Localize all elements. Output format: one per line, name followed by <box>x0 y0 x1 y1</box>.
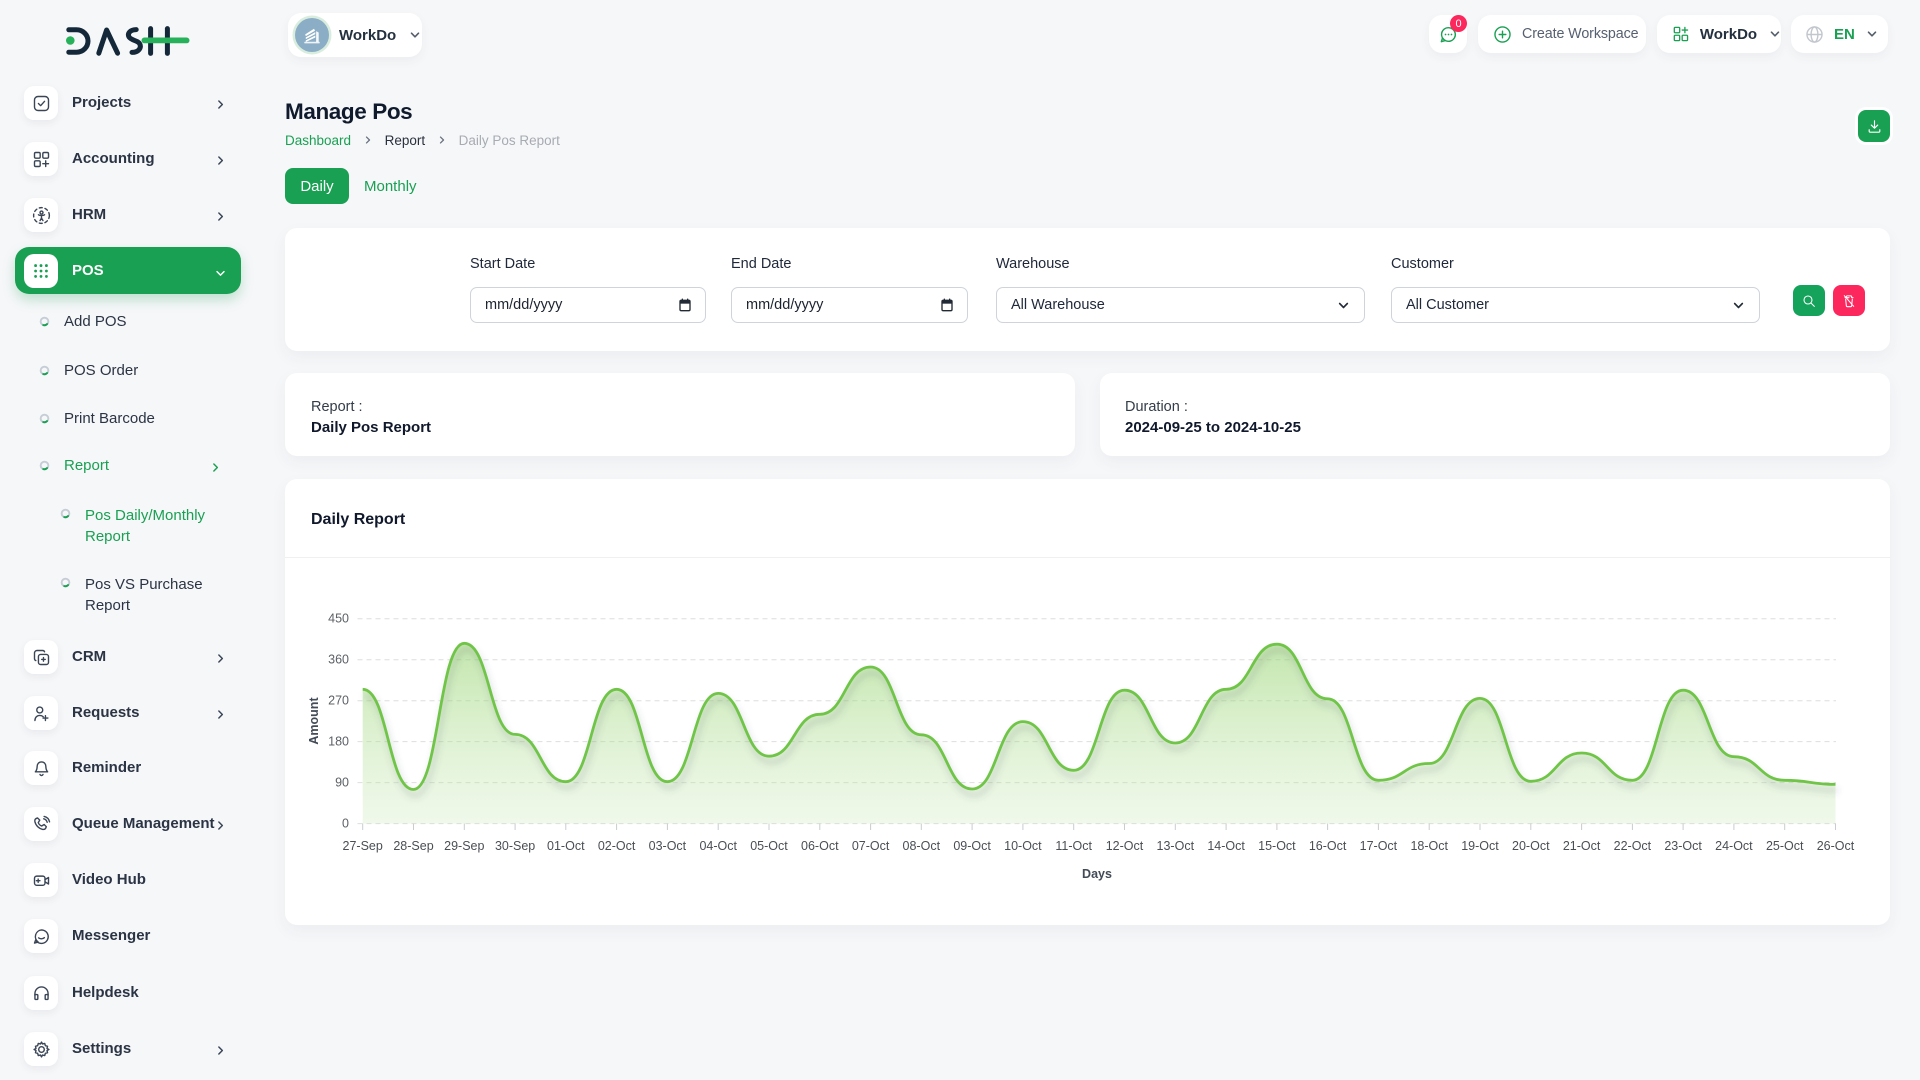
svg-text:06-Oct: 06-Oct <box>801 839 839 853</box>
svg-text:17-Oct: 17-Oct <box>1360 839 1398 853</box>
svg-text:18-Oct: 18-Oct <box>1410 839 1448 853</box>
svg-text:15-Oct: 15-Oct <box>1258 839 1296 853</box>
svg-text:180: 180 <box>328 735 349 749</box>
svg-text:04-Oct: 04-Oct <box>699 839 737 853</box>
svg-text:12-Oct: 12-Oct <box>1106 839 1144 853</box>
svg-text:25-Oct: 25-Oct <box>1766 839 1804 853</box>
svg-text:13-Oct: 13-Oct <box>1157 839 1195 853</box>
svg-text:20-Oct: 20-Oct <box>1512 839 1550 853</box>
svg-text:23-Oct: 23-Oct <box>1664 839 1702 853</box>
svg-text:02-Oct: 02-Oct <box>598 839 636 853</box>
svg-text:11-Oct: 11-Oct <box>1055 839 1092 853</box>
svg-text:21-Oct: 21-Oct <box>1563 839 1601 853</box>
svg-text:09-Oct: 09-Oct <box>953 839 991 853</box>
svg-text:22-Oct: 22-Oct <box>1614 839 1652 853</box>
svg-text:Amount: Amount <box>307 697 321 745</box>
svg-text:03-Oct: 03-Oct <box>649 839 687 853</box>
svg-text:0: 0 <box>342 817 349 831</box>
svg-text:29-Sep: 29-Sep <box>444 839 484 853</box>
svg-text:19-Oct: 19-Oct <box>1461 839 1499 853</box>
svg-text:08-Oct: 08-Oct <box>903 839 941 853</box>
svg-text:27-Sep: 27-Sep <box>343 839 383 853</box>
svg-text:28-Sep: 28-Sep <box>393 839 433 853</box>
svg-text:01-Oct: 01-Oct <box>547 839 585 853</box>
svg-text:30-Sep: 30-Sep <box>495 839 535 853</box>
svg-text:24-Oct: 24-Oct <box>1715 839 1753 853</box>
svg-text:450: 450 <box>328 612 349 626</box>
svg-text:05-Oct: 05-Oct <box>750 839 788 853</box>
svg-text:14-Oct: 14-Oct <box>1207 839 1245 853</box>
svg-text:360: 360 <box>328 653 349 667</box>
svg-text:270: 270 <box>328 694 349 708</box>
svg-text:Days: Days <box>1082 867 1112 881</box>
svg-text:26-Oct: 26-Oct <box>1817 839 1855 853</box>
svg-text:10-Oct: 10-Oct <box>1004 839 1042 853</box>
svg-text:16-Oct: 16-Oct <box>1309 839 1347 853</box>
svg-text:07-Oct: 07-Oct <box>852 839 890 853</box>
svg-text:90: 90 <box>335 776 349 790</box>
